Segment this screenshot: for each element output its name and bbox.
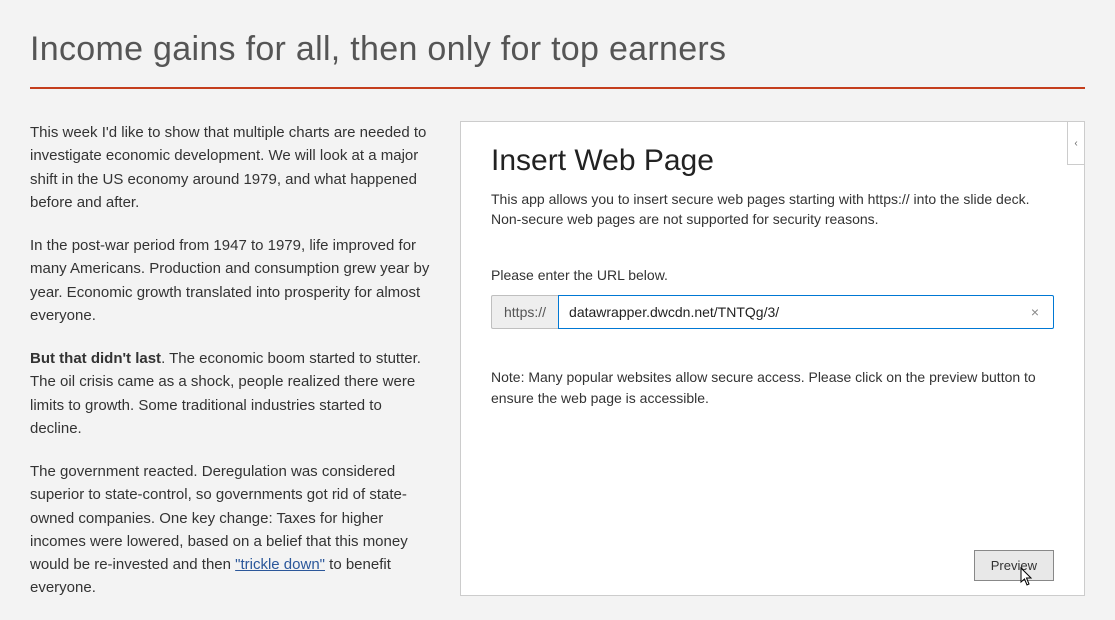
panel-title: Insert Web Page — [491, 144, 1054, 178]
preview-button[interactable]: Preview — [974, 550, 1054, 581]
article-paragraph-1: This week I'd like to show that multiple… — [30, 121, 430, 214]
title-underline — [30, 87, 1085, 89]
collapse-tab[interactable]: ‹ — [1067, 121, 1085, 165]
article-column: This week I'd like to show that multiple… — [30, 121, 430, 620]
url-prefix: https:// — [491, 295, 558, 329]
paragraph-3-emphasis: But that didn't last — [30, 350, 161, 367]
article-paragraph-3: But that didn't last. The economic boom … — [30, 347, 430, 440]
chevron-left-icon: ‹ — [1074, 138, 1077, 149]
url-input-wrap[interactable]: × — [558, 295, 1054, 329]
trickle-down-link[interactable]: "trickle down" — [235, 556, 325, 573]
insert-web-page-panel: ‹ Insert Web Page This app allows you to… — [460, 121, 1085, 596]
url-field-row: https:// × — [491, 295, 1054, 329]
panel-description: This app allows you to insert secure web… — [491, 190, 1054, 229]
article-paragraph-4: The government reacted. Deregulation was… — [30, 460, 430, 600]
url-label: Please enter the URL below. — [491, 267, 1054, 283]
panel-note: Note: Many popular websites allow secure… — [491, 367, 1054, 409]
clear-input-icon[interactable]: × — [1027, 304, 1043, 320]
url-input[interactable] — [569, 304, 1027, 320]
page-title: Income gains for all, then only for top … — [30, 30, 1085, 69]
article-paragraph-2: In the post-war period from 1947 to 1979… — [30, 234, 430, 327]
